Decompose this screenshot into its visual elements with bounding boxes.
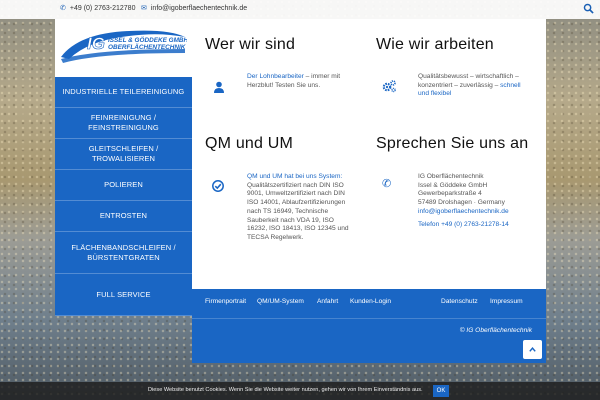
menu-item-entrosten[interactable]: Entrosten — [55, 201, 192, 232]
link-schnell[interactable]: schnell — [500, 82, 521, 89]
footer-link-datenschutz[interactable]: Datenschutz — [441, 298, 478, 305]
main-menu: Industrielle Teilereinigung Feinreinigun… — [55, 77, 192, 316]
section-wie-wir-arbeiten: Wie wir arbeiten Qualitätsbewusst – wirt… — [376, 36, 546, 136]
section-text-qm: QM und UM hat bei uns System: Qualitätsz… — [247, 173, 349, 241]
cookie-ok-button[interactable]: OK — [433, 385, 449, 397]
menu-item-feinreinigung[interactable]: Feinreinigung / Feinstreinigung — [55, 108, 192, 139]
gears-icon — [382, 80, 396, 93]
menu-item-teilereinigung[interactable]: Industrielle Teilereinigung — [55, 77, 192, 108]
section-wer-wir-sind: Wer wir sind Der Lohnbearbeiter – immer … — [205, 36, 365, 136]
logo-line1: ISSEL & GÖDDEKE GMBH — [108, 35, 187, 44]
footer-copyright: © IG Oberflächentechnik — [459, 327, 532, 334]
menu-item-gleitschleifen[interactable]: Gleitschleifen / Trowalisieren — [55, 139, 192, 170]
link-flexibel[interactable]: und flexibel — [418, 90, 451, 97]
user-icon — [214, 81, 224, 93]
link-qm-um-system[interactable]: QM und UM hat bei uns System: — [247, 173, 342, 180]
menu-item-polieren[interactable]: Polieren — [55, 170, 192, 201]
menu-item-flaechenbandschleifen[interactable]: Flächenbandschleifen / Bürstentgraten — [55, 232, 192, 274]
logo-mark-text: IG — [87, 34, 105, 53]
link-kontakt-phone[interactable]: Telefon +49 (0) 2763-21278-14 — [418, 221, 509, 228]
section-text-wer: Der Lohnbearbeiter – immer mit Herzblut!… — [247, 73, 341, 89]
footer-link-kunden-login[interactable]: Kunden-Login — [350, 298, 391, 305]
top-bar: ✆ +49 (0) 2763-212780 ✉ info@igoberflaec… — [0, 0, 600, 19]
menu-item-full-service[interactable]: Full Service — [55, 274, 192, 316]
section-title-wie: Wie wir arbeiten — [376, 36, 494, 53]
chevron-up-icon — [529, 347, 536, 352]
email-contact[interactable]: ✉ info@igoberflaechentechnik.de — [141, 4, 248, 13]
email-address: info@igoberflaechentechnik.de — [150, 4, 248, 12]
scroll-to-top-button[interactable] — [523, 340, 542, 359]
link-kontakt-email[interactable]: info@igoberflaechentechnik.de — [418, 208, 509, 215]
footer-divider — [192, 318, 546, 319]
section-text-kontakt: IG Oberflächentechnik Issel & Göddeke Gm… — [418, 173, 509, 228]
footer-link-impressum[interactable]: Impressum — [490, 298, 523, 305]
main-content: Wer wir sind Der Lohnbearbeiter – immer … — [192, 19, 546, 289]
check-circle-icon — [212, 180, 224, 192]
search-icon[interactable] — [583, 3, 594, 14]
section-title-qm: QM und UM — [205, 135, 294, 152]
logo-line2: OBERFLÄCHENTECHNIK — [108, 43, 186, 51]
footer-link-anfahrt[interactable]: Anfahrt — [317, 298, 338, 305]
section-title-kontakt: Sprechen Sie uns an — [376, 135, 529, 152]
section-text-wie: Qualitätsbewusst – wirtschaftlich – konz… — [418, 73, 521, 98]
footer-link-firmenportrait[interactable]: Firmenportrait — [205, 298, 246, 305]
envelope-icon: ✉ — [141, 5, 147, 12]
phone-icon: ✆ — [382, 178, 392, 190]
section-title-wer: Wer wir sind — [205, 36, 296, 53]
phone-contact[interactable]: ✆ +49 (0) 2763-212780 — [60, 4, 136, 13]
sidebar: IG ISSEL & GÖDDEKE GMBH OBERFLÄCHENTECHN… — [55, 19, 192, 333]
footer: Firmenportrait QM/UM-System Anfahrt Kund… — [192, 289, 546, 363]
logo-mark: IG ISSEL & GÖDDEKE GMBH OBERFLÄCHENTECHN… — [61, 30, 187, 63]
logo[interactable]: IG ISSEL & GÖDDEKE GMBH OBERFLÄCHENTECHN… — [55, 19, 192, 77]
link-lohnbearbeiter[interactable]: Der Lohnbearbeiter — [247, 73, 304, 80]
section-kontakt: Sprechen Sie uns an ✆ IG Oberflächentech… — [376, 135, 546, 275]
phone-number: +49 (0) 2763-212780 — [69, 4, 136, 12]
phone-icon: ✆ — [60, 5, 66, 12]
footer-link-qm-um-system[interactable]: QM/UM-System — [257, 298, 304, 305]
cookie-message: Diese Website benutzt Cookies. Wenn Sie … — [148, 387, 423, 393]
cookie-banner: Diese Website benutzt Cookies. Wenn Sie … — [0, 382, 600, 400]
section-qm-um: QM und UM QM und UM hat bei uns System: … — [205, 135, 365, 275]
